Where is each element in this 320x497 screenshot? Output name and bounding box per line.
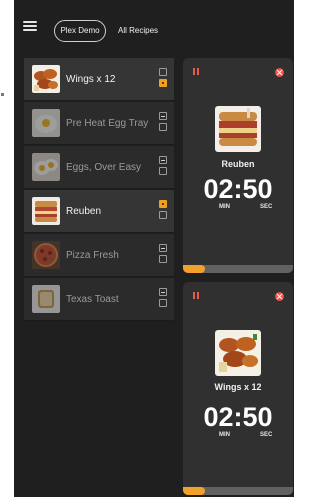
recipe-name: Texas Toast bbox=[66, 293, 119, 305]
recipe-name: Reuben bbox=[66, 205, 102, 217]
recipe-row-eggs-over-easy[interactable]: Eggs, Over Easy bbox=[24, 146, 174, 189]
timer-progress-bar bbox=[183, 487, 293, 495]
status-checkbox[interactable] bbox=[159, 68, 167, 76]
status-checkbox[interactable] bbox=[159, 299, 167, 307]
status-checkbox[interactable] bbox=[159, 211, 167, 219]
timer-countdown: 02:50 bbox=[203, 174, 273, 204]
timer-card-wings: Wings x 12 02:50 MIN SEC bbox=[183, 282, 293, 495]
timer-card-reuben: Reuben 02:50 MIN SEC bbox=[183, 58, 293, 273]
status-checkbox[interactable] bbox=[159, 123, 167, 131]
egg-tray-icon bbox=[32, 109, 60, 137]
status-checkbox[interactable] bbox=[159, 167, 167, 175]
seconds-label: SEC bbox=[260, 204, 273, 210]
status-checkbox-active[interactable] bbox=[159, 200, 167, 208]
timer-recipe-name: Reuben bbox=[221, 159, 255, 169]
toast-icon bbox=[32, 285, 60, 313]
timer-progress-fill bbox=[183, 265, 205, 273]
timer-progress-fill bbox=[183, 487, 205, 495]
recipe-status-checks bbox=[159, 112, 168, 134]
recipe-name: Eggs, Over Easy bbox=[66, 161, 142, 173]
workspace-selector-button[interactable]: Plex Demo bbox=[54, 20, 106, 42]
pizza-icon bbox=[32, 241, 60, 269]
recipe-name: Wings x 12 bbox=[66, 73, 116, 85]
wings-icon bbox=[215, 330, 261, 376]
recipe-row-wings[interactable]: Wings x 12 bbox=[24, 58, 174, 101]
recipe-status-checks bbox=[159, 200, 168, 222]
hamburger-menu-icon[interactable] bbox=[23, 21, 37, 31]
recipe-row-texas-toast[interactable]: Texas Toast bbox=[24, 278, 174, 321]
sandwich-icon bbox=[215, 106, 261, 152]
recipe-status-checks bbox=[159, 156, 168, 178]
recipe-name: Pre Heat Egg Tray bbox=[66, 117, 149, 129]
status-checkbox-partial[interactable] bbox=[159, 112, 167, 120]
status-checkbox-active[interactable] bbox=[159, 79, 167, 87]
recipe-row-reuben[interactable]: Reuben bbox=[24, 190, 174, 233]
minutes-label: MIN bbox=[219, 432, 230, 438]
timer-countdown: 02:50 bbox=[203, 402, 273, 432]
status-checkbox-partial[interactable] bbox=[159, 156, 167, 164]
recipe-row-pizza-fresh[interactable]: Pizza Fresh bbox=[24, 234, 174, 277]
seconds-label: SEC bbox=[260, 432, 273, 438]
recipe-status-checks bbox=[159, 68, 168, 90]
status-checkbox-partial[interactable] bbox=[159, 244, 167, 252]
minutes-label: MIN bbox=[219, 204, 230, 210]
status-checkbox-partial[interactable] bbox=[159, 288, 167, 296]
recipe-row-pre-heat-egg-tray[interactable]: Pre Heat Egg Tray bbox=[24, 102, 174, 145]
all-recipes-link[interactable]: All Recipes bbox=[118, 26, 158, 35]
wings-icon bbox=[32, 65, 60, 93]
app-window: Plex Demo All Recipes Wings x 12 Pre Hea… bbox=[14, 0, 294, 497]
status-checkbox[interactable] bbox=[159, 255, 167, 263]
timer-progress-bar bbox=[183, 265, 293, 273]
close-icon[interactable] bbox=[275, 292, 284, 301]
recipe-list: Wings x 12 Pre Heat Egg Tray Eggs, Over … bbox=[24, 58, 174, 322]
header: Plex Demo All Recipes bbox=[14, 0, 294, 50]
gutter-mark bbox=[1, 93, 4, 96]
recipe-status-checks bbox=[159, 244, 168, 266]
sandwich-icon bbox=[32, 197, 60, 225]
recipe-name: Pizza Fresh bbox=[66, 249, 119, 261]
recipe-status-checks bbox=[159, 288, 168, 310]
timer-recipe-name: Wings x 12 bbox=[214, 382, 262, 392]
pause-icon[interactable] bbox=[193, 68, 199, 75]
pause-icon[interactable] bbox=[193, 292, 199, 299]
eggs-icon bbox=[32, 153, 60, 181]
close-icon[interactable] bbox=[275, 68, 284, 77]
left-gutter bbox=[0, 0, 14, 497]
